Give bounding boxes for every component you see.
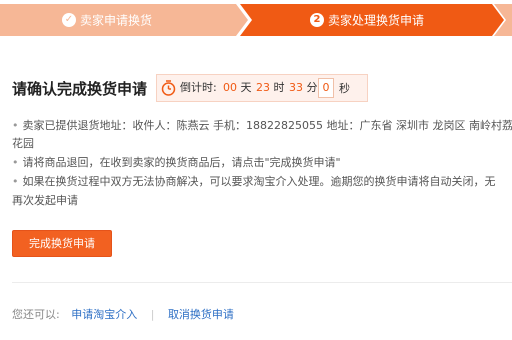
divider (12, 282, 512, 283)
return-instruction: 请将商品退回，在收到卖家的换货商品后，请点击"完成换货申请" (22, 156, 341, 169)
bullet-icon: • (12, 175, 19, 188)
step-2: 2 卖家处理换货申请 (310, 0, 424, 40)
address-info-continued: 花园 (12, 137, 34, 150)
countdown-label: 倒计时: (180, 81, 217, 94)
list-item-continuation: 再次发起申请 (12, 193, 78, 209)
countdown-minutes-unit: 分 (306, 81, 318, 94)
step-progress-bar: ✓ 卖家申请换货 2 卖家处理换货申请 (0, 0, 512, 40)
countdown-hours-unit: 时 (273, 81, 285, 94)
complete-exchange-button[interactable]: 完成换货申请 (12, 230, 112, 257)
step-1-label: 卖家申请换货 (80, 13, 153, 28)
countdown-timer: 倒计时: 00 天 23 时 33 分 (156, 74, 368, 102)
check-icon: ✓ (62, 12, 76, 27)
footer-label: 您还可以: (12, 308, 60, 321)
countdown-days-unit: 天 (240, 81, 252, 94)
clock-icon (161, 80, 176, 96)
footer-actions: 您还可以: 申请淘宝介入 | 取消换货申请 (12, 306, 234, 322)
countdown-hours: 23 (256, 81, 270, 94)
bullet-icon: • (12, 156, 19, 169)
step-1: ✓ 卖家申请换货 (62, 0, 152, 40)
list-item: • 如果在换货过程中双方无法协商解决，可以要求淘宝介入处理。逾期您的换货申请将自动… (12, 174, 496, 190)
dispute-instruction: 如果在换货过程中双方无法协商解决，可以要求淘宝介入处理。逾期您的换货申请将自动关… (22, 175, 496, 188)
cancel-exchange-link[interactable]: 取消换货申请 (168, 308, 234, 321)
step-number-icon: 2 (310, 12, 324, 27)
list-item: • 卖家已提供退货地址：收件人：陈燕云 手机：18822825055 地址：广东省… (12, 118, 512, 134)
list-item: • 请将商品退回，在收到卖家的换货商品后，请点击"完成换货申请" (12, 155, 341, 171)
countdown-seconds-unit: 秒 (339, 82, 350, 95)
apply-taobao-intervention-link[interactable]: 申请淘宝介入 (71, 308, 137, 321)
address-info: 卖家已提供退货地址：收件人：陈燕云 手机：18822825055 地址：广东省 … (22, 119, 512, 132)
bullet-icon: • (12, 119, 19, 132)
step-2-label: 卖家处理换货申请 (328, 13, 425, 28)
divider-pipe: | (150, 308, 155, 321)
countdown-days: 00 (223, 81, 237, 94)
list-item-continuation: 花园 (12, 136, 34, 152)
dispute-instruction-continued: 再次发起申请 (12, 194, 78, 207)
countdown-minutes: 33 (289, 81, 303, 94)
page-title: 请确认完成换货申请 (12, 80, 148, 98)
countdown-seconds: 0 (318, 78, 334, 98)
